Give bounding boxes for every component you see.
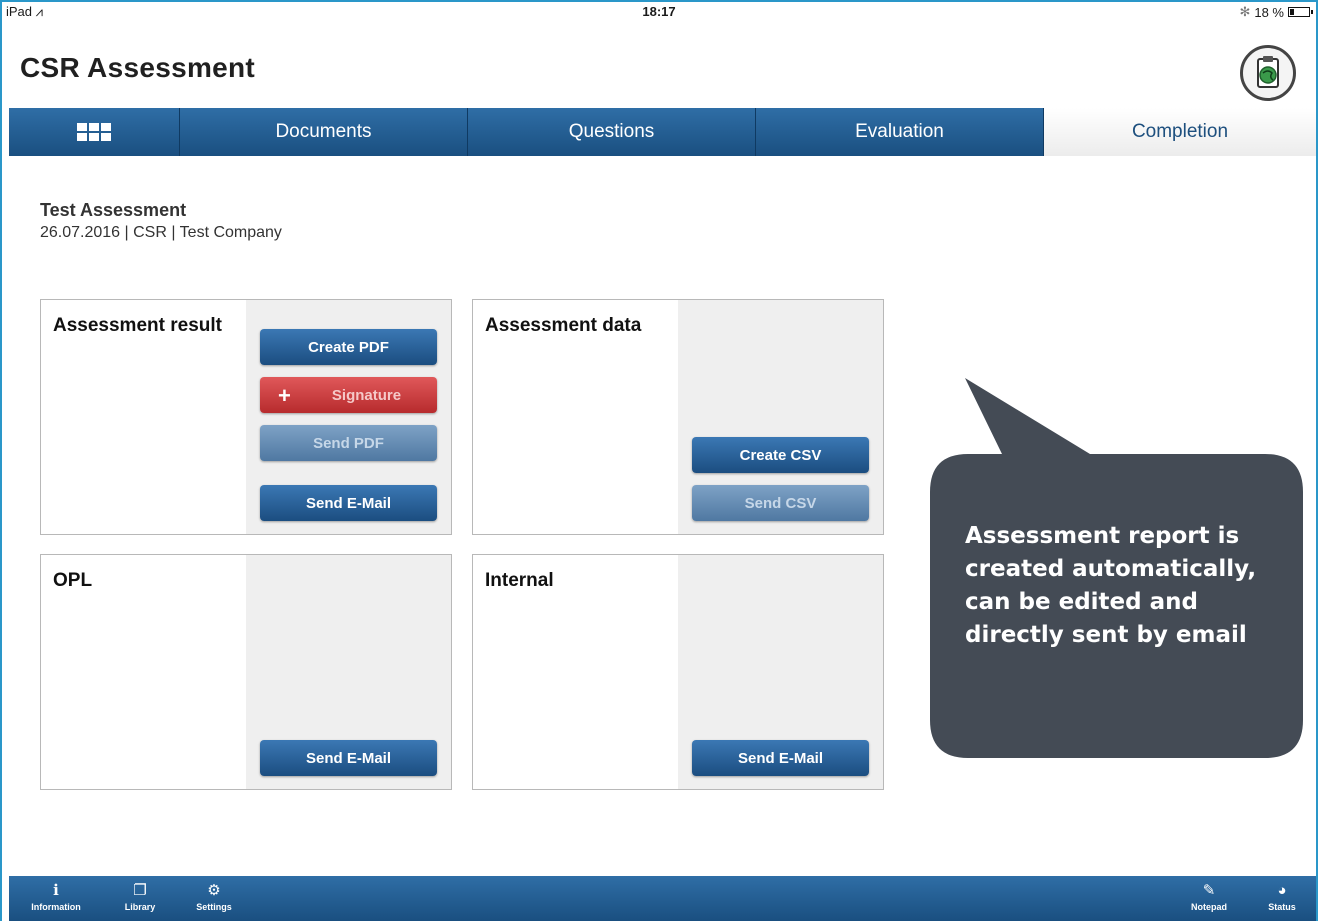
library-button[interactable]: ❐ Library <box>110 880 170 912</box>
pie-chart-icon: ◕ <box>1277 882 1287 899</box>
title-bar: CSR Assessment <box>2 22 1316 108</box>
signature-button[interactable]: + Signature <box>260 377 437 413</box>
information-label: Information <box>31 902 81 912</box>
info-icon: ℹ <box>53 882 59 899</box>
signature-label: Signature <box>331 386 402 404</box>
card-title: Internal <box>485 570 554 591</box>
assessment-result-card: Assessment result Create PDF + Signature… <box>40 299 452 535</box>
status-bar: iPad ⩘ 18:17 ✻ 18 % <box>2 2 1316 22</box>
tab-completion[interactable]: Completion <box>1044 108 1316 156</box>
card-title: OPL <box>53 570 93 591</box>
send-pdf-button[interactable]: Send PDF <box>260 425 437 461</box>
status-button[interactable]: ◕ Status <box>1252 880 1312 912</box>
notepad-button[interactable]: ✎ Notepad <box>1179 880 1239 912</box>
app-logo-icon[interactable] <box>1240 45 1296 101</box>
settings-label: Settings <box>196 902 232 912</box>
create-csv-button[interactable]: Create CSV <box>692 437 869 473</box>
opl-card: OPL Send E-Mail <box>40 554 452 790</box>
settings-button[interactable]: ⚙ Settings <box>184 880 244 912</box>
information-button[interactable]: ℹ Information <box>26 880 86 912</box>
plus-icon: + <box>278 383 291 408</box>
card-title: Assessment result <box>53 315 222 336</box>
status-label: Status <box>1268 902 1296 912</box>
notepad-label: Notepad <box>1191 902 1227 912</box>
gear-icon: ⚙ <box>207 882 221 899</box>
tab-questions[interactable]: Questions <box>468 108 756 156</box>
assessment-title: Test Assessment <box>40 200 187 220</box>
callout-text: Assessment report is created automatical… <box>965 523 1257 648</box>
bluetooth-icon: ✻ <box>1239 4 1251 19</box>
library-icon: ❐ <box>133 882 147 899</box>
library-label: Library <box>124 902 156 912</box>
internal-card: Internal Send E-Mail <box>472 554 884 790</box>
assessment-data-card: Assessment data Create CSV Send CSV <box>472 299 884 535</box>
clock: 18:17 <box>642 4 676 19</box>
tab-evaluation[interactable]: Evaluation <box>756 108 1044 156</box>
assessment-subtitle: 26.07.2016 | CSR | Test Company <box>40 224 282 241</box>
battery-percent: 18 % <box>1254 4 1284 20</box>
send-csv-button[interactable]: Send CSV <box>692 485 869 521</box>
internal-send-email-button[interactable]: Send E-Mail <box>692 740 869 776</box>
create-pdf-button[interactable]: Create PDF <box>260 329 437 365</box>
grid-icon <box>77 123 111 141</box>
pencil-icon: ✎ <box>1202 882 1216 899</box>
tab-home-grid[interactable] <box>9 108 180 156</box>
tab-documents[interactable]: Documents <box>180 108 468 156</box>
battery-icon <box>1288 7 1313 17</box>
card-title: Assessment data <box>485 315 642 336</box>
main-tabs: Documents Questions Evaluation Completio… <box>9 108 1316 156</box>
app-title: CSR Assessment <box>20 52 256 83</box>
opl-send-email-button[interactable]: Send E-Mail <box>260 740 437 776</box>
bottom-toolbar: ℹ Information ❐ Library ⚙ Settings ✎ Not… <box>9 876 1316 921</box>
send-email-button[interactable]: Send E-Mail <box>260 485 437 521</box>
